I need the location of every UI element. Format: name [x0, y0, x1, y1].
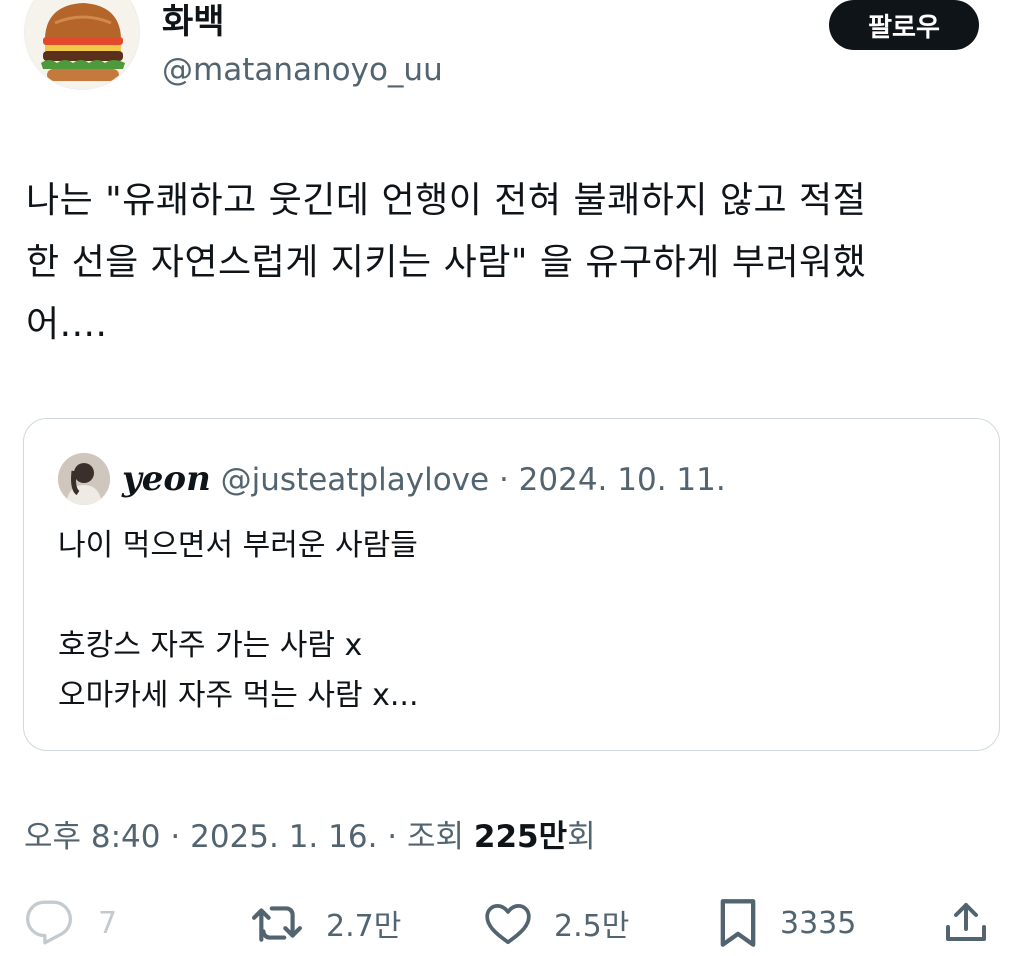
bookmark-count: 3335 — [780, 905, 857, 941]
person-photo-icon — [58, 453, 110, 505]
heart-icon — [485, 904, 531, 945]
quoted-text-line — [58, 571, 419, 621]
hamburger-icon — [25, 0, 139, 89]
quoted-author-name[interactable]: yeon — [122, 459, 211, 499]
quoted-separator: · — [498, 462, 509, 498]
retweet-button[interactable]: 2.7만 — [250, 890, 401, 956]
share-button[interactable] — [942, 890, 990, 956]
tweet-meta: 오후 8:40 · 2025. 1. 16. · 조회 225만회 — [24, 812, 596, 862]
views-label: 조회 — [407, 819, 465, 855]
quoted-tweet-text: 나이 먹으면서 부러운 사람들 호캉스 자주 가는 사람 x 오마카세 자주 먹… — [58, 521, 419, 721]
quoted-text-line: 나이 먹으면서 부러운 사람들 — [58, 528, 418, 563]
tweet-text-line: 어.... — [26, 304, 108, 345]
share-icon — [946, 903, 986, 941]
follow-button[interactable]: 팔로우 — [829, 0, 979, 50]
reply-count: 7 — [98, 905, 118, 941]
meta-separator: · — [170, 819, 191, 855]
views-suffix: 회 — [567, 819, 596, 855]
like-button[interactable]: 2.5만 — [482, 890, 629, 956]
quoted-text-line: 오마카세 자주 먹는 사람 x... — [58, 678, 419, 713]
author-handle[interactable]: @matananoyo_uu — [162, 52, 443, 88]
tweet-date[interactable]: 2025. 1. 16. — [190, 819, 377, 855]
like-count: 2.5만 — [554, 909, 630, 944]
quoted-tweet-header: yeon @justeatplaylove · 2024. 10. 11. — [122, 459, 726, 500]
retweet-icon — [251, 906, 302, 942]
quoted-author-avatar[interactable] — [58, 453, 110, 505]
reply-button[interactable]: 7 — [24, 890, 117, 956]
author-avatar[interactable] — [24, 0, 140, 90]
quoted-date: 2024. 10. 11. — [518, 462, 726, 498]
tweet-detail: 화백 @matananoyo_uu 팔로우 나는 "유쾌하고 웃긴데 언행이 전… — [0, 0, 1024, 956]
retweet-count: 2.7만 — [326, 909, 402, 944]
tweet-text: 나는 "유쾌하고 웃긴데 언행이 전혀 불쾌하지 않고 적절 한 선을 자연스럽… — [26, 170, 986, 356]
reply-icon — [25, 900, 73, 945]
meta-separator: · — [387, 819, 408, 855]
action-bar: 7 2.7만 2.5만 3335 — [0, 890, 1024, 956]
quoted-text-line: 호캉스 자주 가는 사람 x — [58, 628, 363, 663]
tweet-text-line: 나는 "유쾌하고 웃긴데 언행이 전혀 불쾌하지 않고 적절 — [26, 180, 867, 221]
author-display-name[interactable]: 화백 — [162, 2, 225, 42]
quoted-author-handle[interactable]: @justeatplaylove — [221, 462, 489, 498]
quoted-tweet-card[interactable]: yeon @justeatplaylove · 2024. 10. 11. 나이… — [23, 418, 1000, 751]
tweet-text-line: 한 선을 자연스럽게 지키는 사람" 을 유구하게 부러워했 — [26, 242, 867, 283]
bookmark-button[interactable]: 3335 — [716, 890, 856, 956]
tweet-time[interactable]: 오후 8:40 — [24, 819, 161, 855]
bookmark-icon — [720, 899, 756, 947]
views-count: 225만 — [473, 819, 568, 855]
